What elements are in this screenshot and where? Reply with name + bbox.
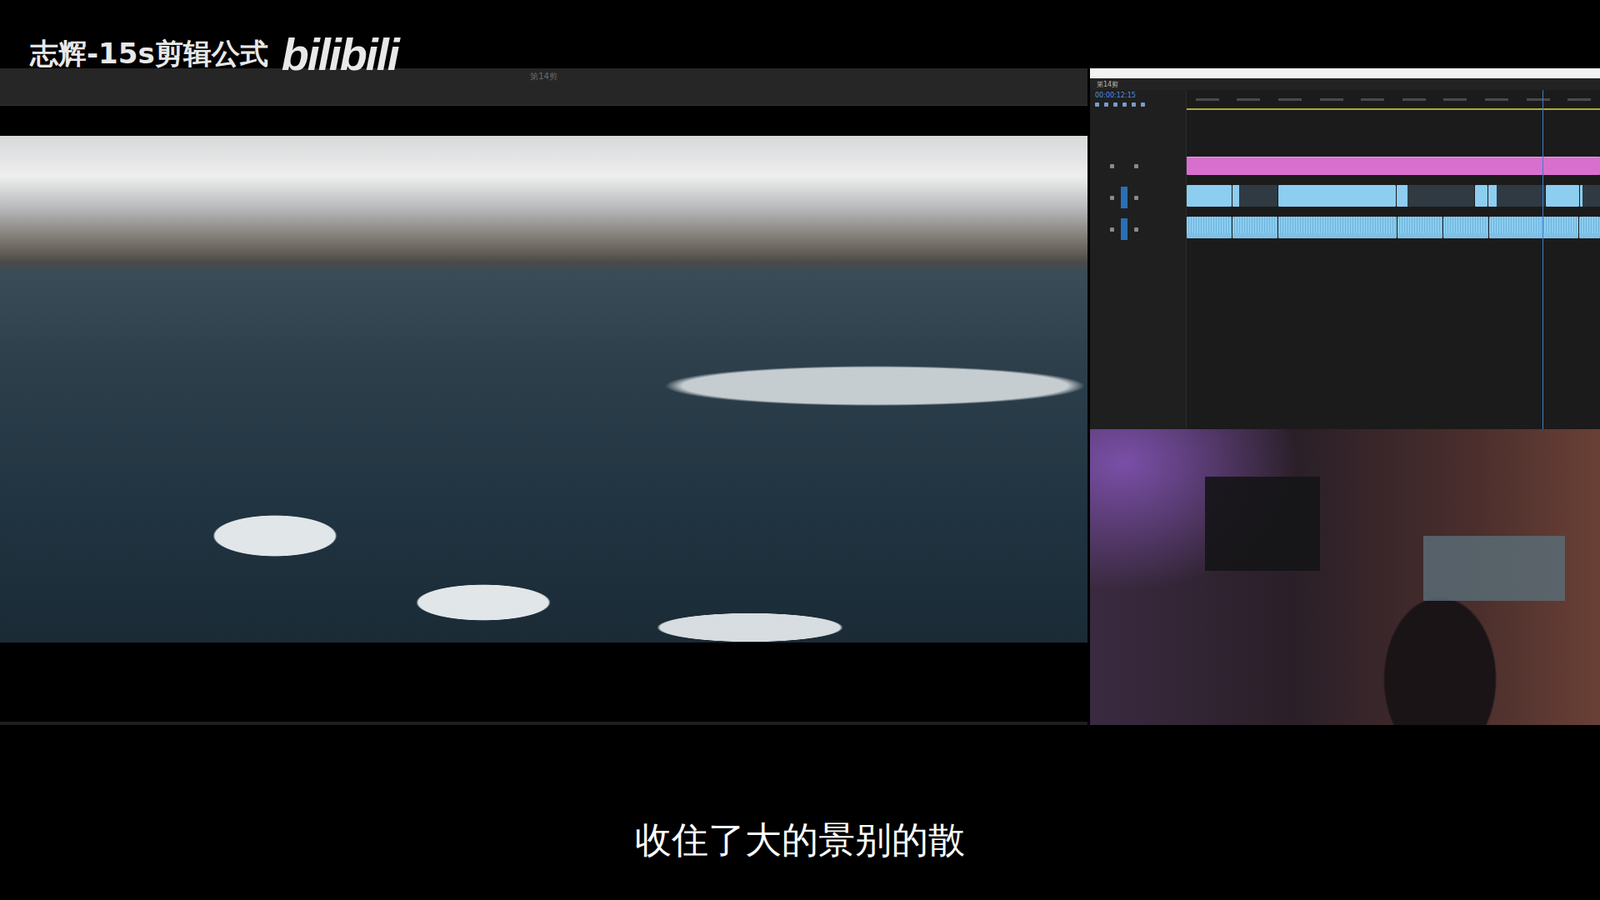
tool-icon[interactable] bbox=[1122, 102, 1127, 107]
tool-icon[interactable] bbox=[1131, 102, 1136, 107]
clip[interactable] bbox=[1488, 185, 1545, 207]
track-area bbox=[1185, 90, 1600, 430]
track-target-icon[interactable] bbox=[1120, 155, 1128, 177]
clip[interactable] bbox=[1475, 185, 1488, 207]
clip[interactable] bbox=[1186, 216, 1232, 239]
program-monitor: 第14剪 bbox=[0, 68, 1088, 725]
lock-icon[interactable] bbox=[1110, 164, 1115, 169]
track-header bbox=[1095, 218, 1181, 240]
tool-icon[interactable] bbox=[1113, 102, 1118, 107]
clip[interactable] bbox=[1396, 185, 1475, 207]
track bbox=[1186, 156, 1600, 175]
clip[interactable] bbox=[1443, 216, 1489, 239]
tool-icon[interactable] bbox=[1104, 102, 1109, 107]
clip[interactable] bbox=[1545, 185, 1579, 207]
eye-icon[interactable] bbox=[1134, 227, 1139, 232]
time-ruler[interactable] bbox=[1186, 90, 1600, 110]
monitor-title-bar: 第14剪 bbox=[0, 68, 1088, 106]
tool-icon[interactable] bbox=[1140, 102, 1145, 107]
watermark: 志辉-15s剪辑公式 bilibili bbox=[30, 28, 399, 80]
clip[interactable] bbox=[1232, 185, 1278, 207]
clip[interactable] bbox=[1232, 216, 1278, 239]
track-header bbox=[1095, 155, 1181, 177]
tool-icon[interactable] bbox=[1095, 102, 1100, 107]
timeline-window: 第14剪00:00:12:15 bbox=[1090, 68, 1600, 430]
sequence-tab[interactable]: 第14剪 bbox=[1096, 80, 1119, 90]
clip[interactable] bbox=[1579, 216, 1600, 239]
track-target-icon[interactable] bbox=[1120, 186, 1128, 209]
clip[interactable] bbox=[1278, 216, 1397, 239]
playhead[interactable] bbox=[1542, 90, 1544, 430]
channel-name: 志辉-15s剪辑公式 bbox=[30, 35, 269, 74]
subtitle: 收住了大的景别的散 bbox=[635, 818, 965, 900]
clip[interactable] bbox=[1397, 216, 1443, 239]
track-target-icon[interactable] bbox=[1120, 218, 1128, 240]
lock-icon[interactable] bbox=[1110, 195, 1115, 200]
monitor-title: 第14剪 bbox=[530, 68, 558, 83]
clip[interactable] bbox=[1489, 216, 1580, 239]
video-frame-image bbox=[0, 135, 1088, 643]
track-headers: 00:00:12:15 bbox=[1090, 90, 1186, 430]
clip[interactable] bbox=[1278, 185, 1397, 207]
track bbox=[1186, 185, 1600, 207]
lock-icon[interactable] bbox=[1110, 227, 1115, 232]
timeline-header: 第14剪 bbox=[1090, 78, 1600, 90]
track-header bbox=[1095, 186, 1181, 209]
video-frame: 志辉-15s剪辑公式bilibili第14剪第14剪00:00:12:15收住了… bbox=[0, 0, 1600, 900]
eye-icon[interactable] bbox=[1134, 164, 1139, 169]
clip[interactable] bbox=[1580, 185, 1600, 207]
eye-icon[interactable] bbox=[1134, 195, 1139, 200]
bilibili-logo: bilibili bbox=[281, 28, 399, 80]
track bbox=[1186, 216, 1600, 239]
timecode[interactable]: 00:00:12:15 bbox=[1095, 91, 1181, 100]
editor-camera-photo bbox=[1090, 429, 1600, 725]
clip[interactable] bbox=[1186, 156, 1600, 175]
clip[interactable] bbox=[1186, 185, 1232, 207]
